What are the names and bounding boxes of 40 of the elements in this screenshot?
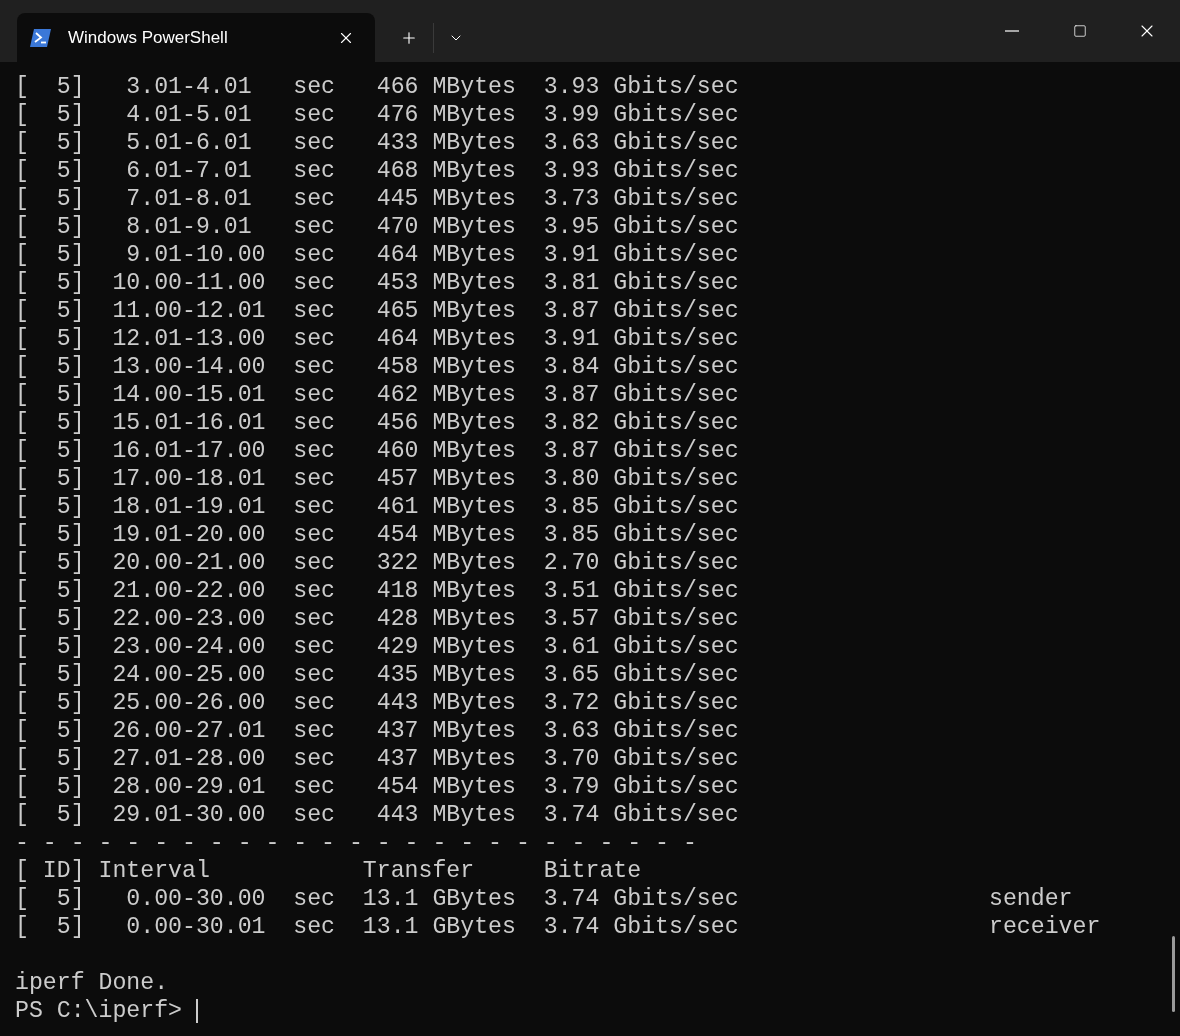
terminal-output-line: [ 5] 25.00-26.00 sec 443 MBytes 3.72 Gbits/sec [15,689,739,717]
terminal-output-line: [ 5] 28.00-29.01 sec 454 MBytes 3.79 Gbits/sec [15,773,739,801]
terminal-output-line: [ 5] 21.00-22.00 sec 418 MBytes 3.51 Gbits/sec [15,577,739,605]
terminal-output-line: [ 5] 16.01-17.00 sec 460 MBytes 3.87 Gbits/sec [15,437,739,465]
terminal-output-line: [ 5] 20.00-21.00 sec 322 MBytes 2.70 Gbits/sec [15,549,739,577]
terminal-output-line: [ 5] 7.01-8.01 sec 445 MBytes 3.73 Gbits/sec [15,185,739,213]
text-cursor [196,999,198,1023]
tab-title: Windows PowerShell [68,26,229,49]
terminal-output-line: [ 5] 17.00-18.01 sec 457 MBytes 3.80 Gbits/sec [15,465,739,493]
terminal-output-line: [ 5] 10.00-11.00 sec 453 MBytes 3.81 Gbits/sec [15,269,739,297]
terminal-output-line: [ 5] 9.01-10.00 sec 464 MBytes 3.91 Gbits/sec [15,241,739,269]
terminal-tab[interactable]: Windows PowerShell [17,13,375,62]
terminal-output-line: [ 5] 23.00-24.00 sec 429 MBytes 3.61 Gbits/sec [15,633,739,661]
terminal-output-line: [ 5] 5.01-6.01 sec 433 MBytes 3.63 Gbits/sec [15,129,739,157]
shell-prompt: PS C:\iperf> [15,997,182,1025]
terminal-output-line: [ ID] Interval Transfer Bitrate [15,857,642,885]
terminal-output-line: [ 5] 4.01-5.01 sec 476 MBytes 3.99 Gbits/sec [15,101,739,129]
terminal-output-line: - - - - - - - - - - - - - - - - - - - - - - - - - [15,829,697,857]
terminal-output-line: [ 5] 12.01-13.00 sec 464 MBytes 3.91 Gbits/sec [15,325,739,353]
status-line: iperf Done. [15,969,169,997]
minimize-icon [1005,30,1019,32]
terminal-output-line: [ 5] 0.00-30.01 sec 13.1 GBytes 3.74 Gbits/sec receiver [15,913,1101,941]
terminal-output-line: [ 5] 0.00-30.00 sec 13.1 GBytes 3.74 Gbits/sec sender [15,885,1073,913]
terminal-output-line: [ 5] 22.00-23.00 sec 428 MBytes 3.57 Gbits/sec [15,605,739,633]
terminal-output-line: [ 5] 8.01-9.01 sec 470 MBytes 3.95 Gbits/sec [15,213,739,241]
maximize-icon [1073,24,1087,38]
terminal-output-line: [ 5] 3.01-4.01 sec 466 MBytes 3.93 Gbits/sec [15,73,739,101]
terminal-prompt-icon [30,27,52,48]
terminal-output-line: [ 5] 18.01-19.01 sec 461 MBytes 3.85 Gbits/sec [15,493,739,521]
terminal-output-line: [ 5] 13.00-14.00 sec 458 MBytes 3.84 Gbits/sec [15,353,739,381]
terminal-output-line: [ 5] 29.01-30.00 sec 443 MBytes 3.74 Gbits/sec [15,801,739,829]
terminal-output-line: [ 5] 27.01-28.00 sec 437 MBytes 3.70 Gbits/sec [15,745,739,773]
terminal-output-line: [ 5] 14.00-15.01 sec 462 MBytes 3.87 Gbits/sec [15,381,739,409]
terminal-output-line: [ 5] 19.01-20.00 sec 454 MBytes 3.85 Gbits/sec [15,521,739,549]
scrollbar-thumb[interactable] [1172,936,1175,1012]
terminal-output-line: [ 5] 11.00-12.01 sec 465 MBytes 3.87 Gbits/sec [15,297,739,325]
terminal-output-line: [ 5] 26.00-27.01 sec 437 MBytes 3.63 Gbits/sec [15,717,739,745]
terminal-output-line: [ 5] 6.01-7.01 sec 468 MBytes 3.93 Gbits/sec [15,157,739,185]
terminal-output-line: [ 5] 24.00-25.00 sec 435 MBytes 3.65 Gbits/sec [15,661,739,689]
terminal-output-line: [ 5] 15.01-16.01 sec 456 MBytes 3.82 Gbits/sec [15,409,739,437]
